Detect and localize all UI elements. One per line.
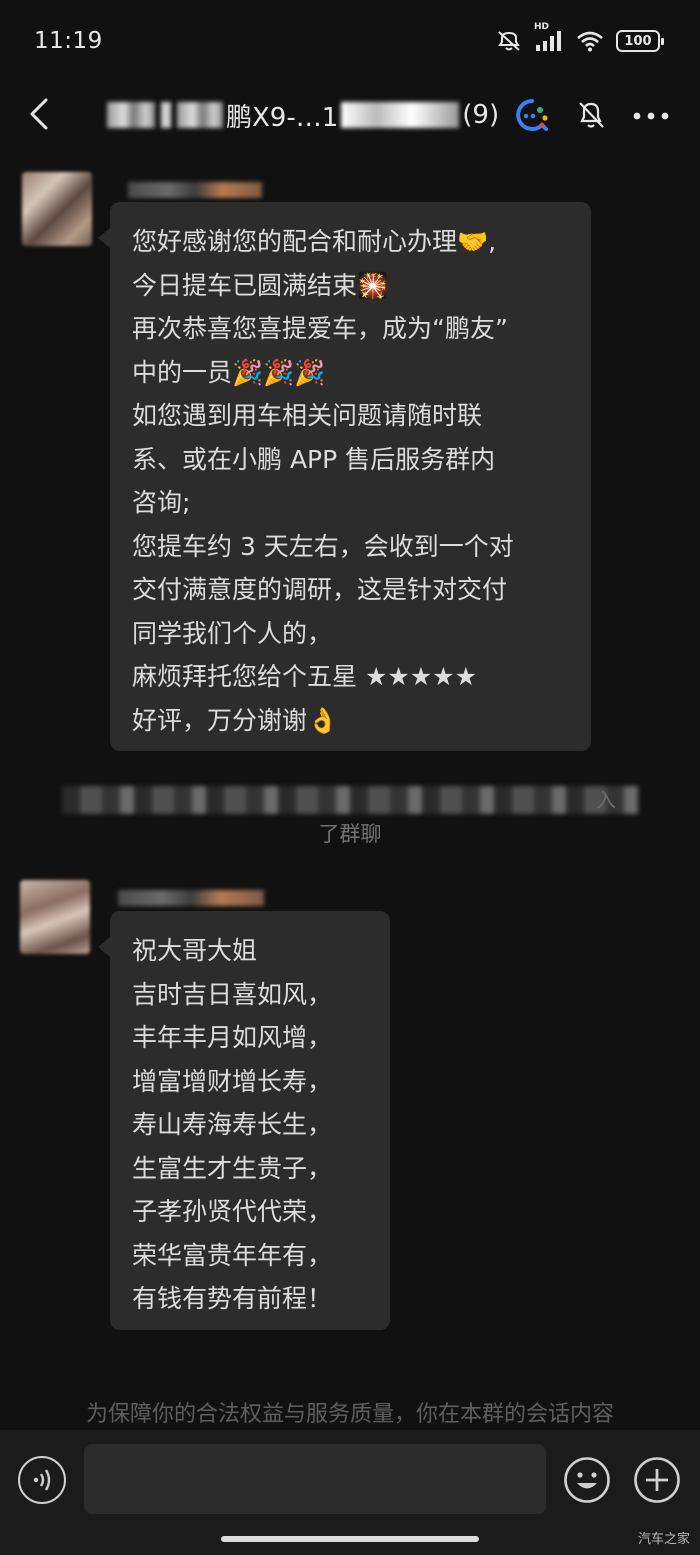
plus-button[interactable] [633, 1456, 681, 1504]
emoji-icon [564, 1457, 610, 1503]
sender-name [118, 890, 264, 906]
message-line: 寿山寿海寿长生， [132, 1110, 333, 1139]
chevron-left-icon [30, 98, 48, 130]
message-line: 您提车约 3 天左右，会收到一个对 [132, 531, 514, 561]
message-line: 再次恭喜您喜提爱车，成为“鹏友” [132, 314, 508, 343]
member-count: (9) [462, 100, 500, 130]
input-bar: 汽车之家 [0, 1430, 700, 1555]
message-line: 好评，万分谢谢👌 [132, 705, 339, 735]
message-line: 子孝孙贤代代荣， [132, 1197, 333, 1226]
wifi-icon [576, 30, 604, 52]
message-input[interactable] [84, 1444, 546, 1514]
chat-header: 鹏X9-…1 (9) [0, 86, 700, 144]
message-line: 祝大哥大姐 [132, 936, 258, 965]
message-line: 今日提车已圆满结束🎇 [132, 270, 389, 300]
chat-title-text: 鹏X9-…1 [226, 102, 339, 133]
message-line: 您好感谢您的配合和耐心办理🤝, [132, 227, 497, 256]
message-line: 吉时吉日喜如风， [132, 979, 333, 1009]
message-line: 咨询; [132, 488, 191, 517]
system-message: 了群聊 [318, 822, 382, 846]
more-dots-icon[interactable] [632, 108, 670, 122]
battery-icon: 100 [616, 30, 664, 52]
status-time: 11:19 [34, 28, 103, 54]
hd-tag: HD [534, 22, 550, 32]
voice-button[interactable] [18, 1456, 66, 1504]
message-line: 同学我们个人的， [132, 618, 333, 648]
watermark: 汽车之家 [637, 1532, 690, 1547]
group-notice: 为保障你的合法权益与服务质量，你在本群的会话内容 [85, 1402, 614, 1427]
status-icons: HD 100 [496, 22, 664, 52]
bell-off-icon[interactable] [576, 99, 606, 131]
message-line: 如您遇到用车相关问题请随时联 [132, 401, 483, 430]
plus-icon [634, 1457, 680, 1503]
message-line: 增富增财增长寿， [132, 1066, 333, 1096]
message-line: 有钱有势有前程！ [132, 1284, 333, 1313]
redacted-text [341, 102, 460, 128]
sender-name [128, 182, 262, 198]
avatar[interactable] [20, 880, 90, 954]
emoji-button[interactable] [563, 1456, 611, 1504]
chat-title[interactable]: 鹏X9-…1 (9) [104, 96, 499, 134]
redacted-text [177, 102, 223, 128]
avatar[interactable] [22, 172, 92, 246]
message-bubble[interactable]: 您好感谢您的配合和耐心办理🤝, 今日提车已圆满结束🎇 再次恭喜您喜提爱车，成为“… [98, 202, 591, 751]
home-indicator[interactable] [221, 1536, 479, 1542]
message-bubble[interactable]: 祝大哥大姐 吉时吉日喜如风， 丰年丰月如风增， 增富增财增长寿， 寿山寿海寿长生… [98, 911, 390, 1330]
back-button[interactable] [24, 94, 58, 134]
message-line: 中的一员🎉🎉🎉 [132, 357, 326, 387]
redacted-text [107, 102, 155, 128]
mute-status-icon [496, 30, 522, 52]
system-message-suffix: 入 [596, 788, 616, 812]
redacted-system-text [62, 786, 638, 814]
message-line: 交付满意度的调研，这是针对交付 [132, 575, 508, 604]
message-line: 丰年丰月如风增， [132, 1023, 333, 1052]
status-bar: 11:19 HD 100 [0, 0, 700, 86]
signal-icon: HD [534, 22, 564, 51]
message-line: 生富生才生贵子， [132, 1153, 333, 1183]
message-line: 麻烦拜托您给个五星 ★★★★★ [132, 662, 478, 691]
ai-assistant-icon[interactable] [512, 96, 552, 136]
redacted-text [161, 102, 171, 128]
message-line: 系、或在小鹏 APP 售后服务群内 [132, 444, 496, 474]
message-line: 荣华富贵年年有， [132, 1240, 333, 1270]
voice-icon [33, 1469, 51, 1491]
